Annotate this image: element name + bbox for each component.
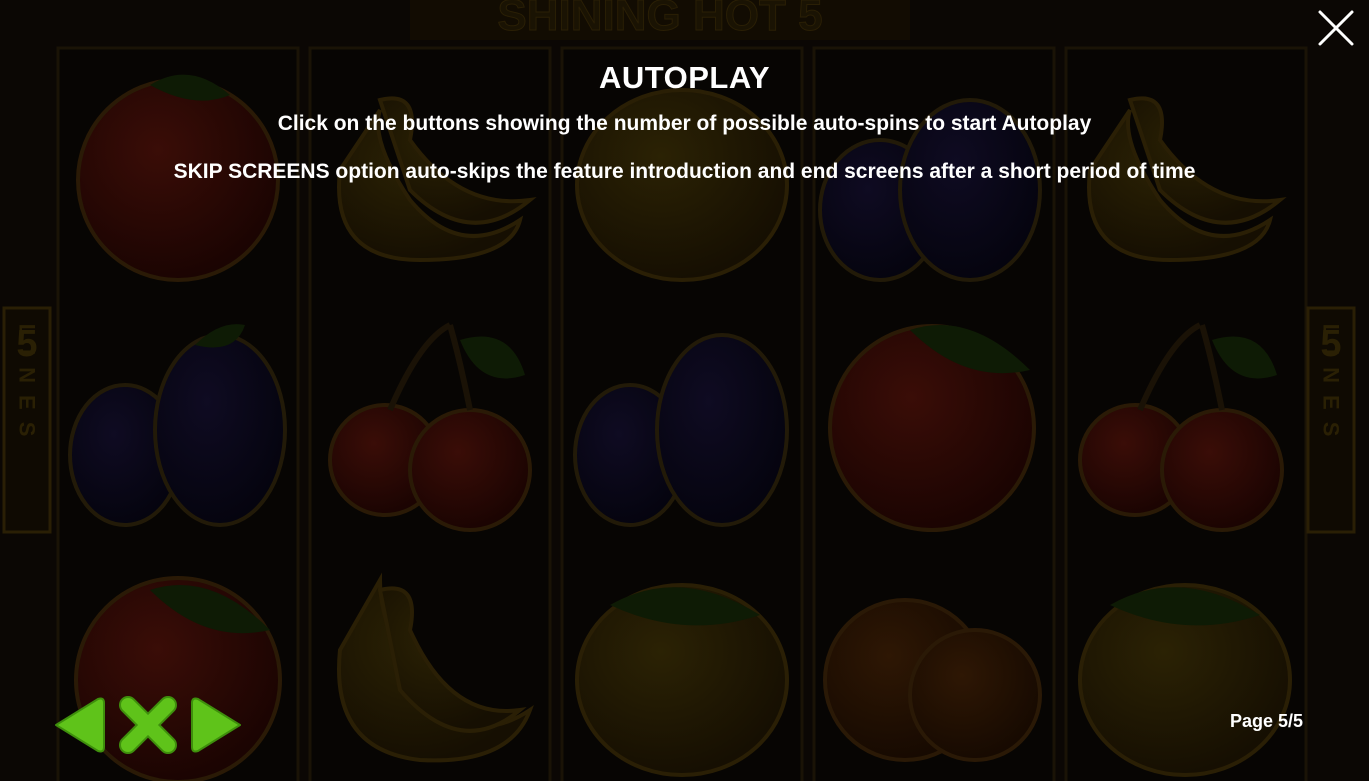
previous-page-button[interactable] <box>52 695 108 755</box>
page-indicator: Page 5/5 <box>1229 711 1303 731</box>
next-page-button[interactable] <box>188 695 244 755</box>
help-navigation <box>52 695 252 755</box>
help-title: AUTOPLAY <box>598 60 771 95</box>
close-button[interactable] <box>1316 8 1356 48</box>
help-text-skip-screens: SKIP SCREENS option auto-skips the featu… <box>173 160 1196 183</box>
close-icon <box>1318 10 1354 46</box>
arrow-left-icon <box>55 697 105 753</box>
help-text-autoplay: Click on the buttons showing the number … <box>277 112 1092 135</box>
exit-help-button[interactable] <box>118 695 177 755</box>
arrow-right-icon <box>191 697 241 753</box>
x-icon <box>119 696 177 754</box>
